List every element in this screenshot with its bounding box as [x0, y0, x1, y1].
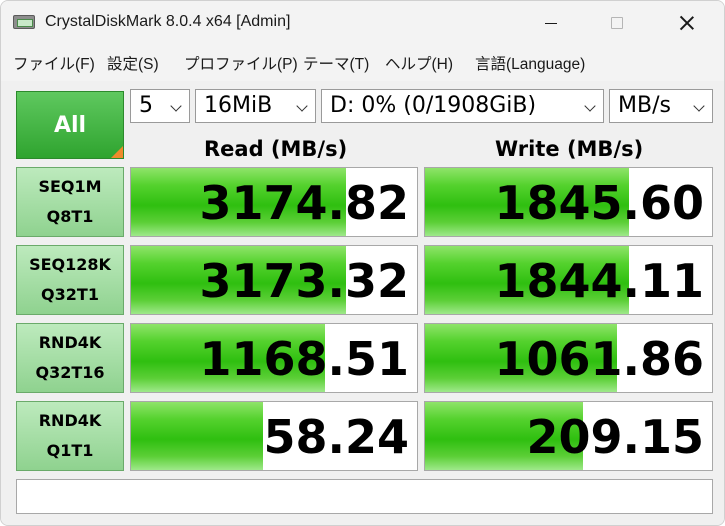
chevron-down-icon [296, 100, 308, 112]
menu-language[interactable]: 言語(Language) [475, 52, 585, 74]
test-button-rnd4k-q32t16[interactable]: RND4K Q32T16 [16, 323, 124, 393]
unit-select[interactable]: MB/s [609, 89, 713, 123]
read-value: 3174.82 [199, 176, 409, 230]
test-button-seq128k-q32t1[interactable]: SEQ128K Q32T1 [16, 245, 124, 315]
write-result: 1061.86 [424, 323, 713, 393]
crystaldiskmark-icon [13, 13, 35, 31]
read-result: 1168.51 [130, 323, 418, 393]
drive-select[interactable]: D: 0% (0/1908GiB) [321, 89, 604, 123]
menu-file[interactable]: ファイル(F) [13, 52, 95, 74]
test-line2: Q1T1 [46, 441, 94, 460]
read-header: Read (MB/s) [204, 137, 348, 161]
read-value: 58.24 [263, 410, 409, 464]
write-result: 209.15 [424, 401, 713, 471]
test-size-select[interactable]: 16MiB [195, 89, 316, 123]
window-title: CrystalDiskMark 8.0.4 x64 [Admin] [45, 13, 291, 30]
test-button-seq1m-q8t1[interactable]: SEQ1M Q8T1 [16, 167, 124, 237]
menu-profile[interactable]: プロファイル(P) [184, 52, 298, 74]
test-line2: Q8T1 [46, 207, 94, 226]
close-icon [679, 15, 695, 31]
test-line2: Q32T1 [41, 285, 99, 304]
maximize-button[interactable] [594, 1, 640, 45]
menu-help[interactable]: ヘルプ(H) [385, 52, 453, 74]
write-result: 1844.11 [424, 245, 713, 315]
test-count-value: 5 [139, 93, 153, 118]
test-line2: Q32T16 [35, 363, 105, 382]
write-value: 1845.60 [494, 176, 704, 230]
read-result: 3173.32 [130, 245, 418, 315]
title-bar[interactable]: CrystalDiskMark 8.0.4 x64 [Admin] [1, 1, 724, 45]
app-window: CrystalDiskMark 8.0.4 x64 [Admin] ファイル(F… [0, 0, 725, 526]
test-button-rnd4k-q1t1[interactable]: RND4K Q1T1 [16, 401, 124, 471]
test-line1: SEQ1M [38, 177, 102, 196]
menu-bar: ファイル(F) 設定(S) プロファイル(P) テーマ(T) ヘルプ(H) 言語… [1, 45, 724, 79]
read-value: 3173.32 [199, 254, 409, 308]
all-button-label: All [53, 112, 87, 138]
read-result: 3174.82 [130, 167, 418, 237]
test-line1: RND4K [38, 333, 102, 352]
chevron-down-icon [584, 100, 596, 112]
maximize-icon [611, 17, 623, 29]
write-header: Write (MB/s) [495, 137, 644, 161]
chevron-down-icon [170, 100, 182, 112]
write-result: 1845.60 [424, 167, 713, 237]
test-line1: RND4K [38, 411, 102, 430]
test-size-value: 16MiB [204, 93, 273, 118]
corner-marker [111, 146, 123, 158]
all-button[interactable]: All [16, 91, 124, 159]
read-result: 58.24 [130, 401, 418, 471]
menu-settings[interactable]: 設定(S) [107, 52, 159, 74]
close-button[interactable] [664, 1, 710, 45]
write-value: 209.15 [526, 410, 704, 464]
write-value: 1844.11 [494, 254, 704, 308]
drive-value: D: 0% (0/1908GiB) [330, 93, 537, 118]
minimize-button[interactable] [528, 1, 574, 45]
read-bar [131, 402, 263, 470]
test-line1: SEQ128K [29, 255, 111, 274]
unit-value: MB/s [618, 93, 671, 118]
menu-theme[interactable]: テーマ(T) [303, 52, 369, 74]
minimize-icon [545, 22, 557, 24]
chevron-down-icon [693, 100, 705, 112]
read-value: 1168.51 [199, 332, 409, 386]
comment-field[interactable] [16, 479, 713, 514]
test-count-select[interactable]: 5 [130, 89, 190, 123]
write-value: 1061.86 [494, 332, 704, 386]
